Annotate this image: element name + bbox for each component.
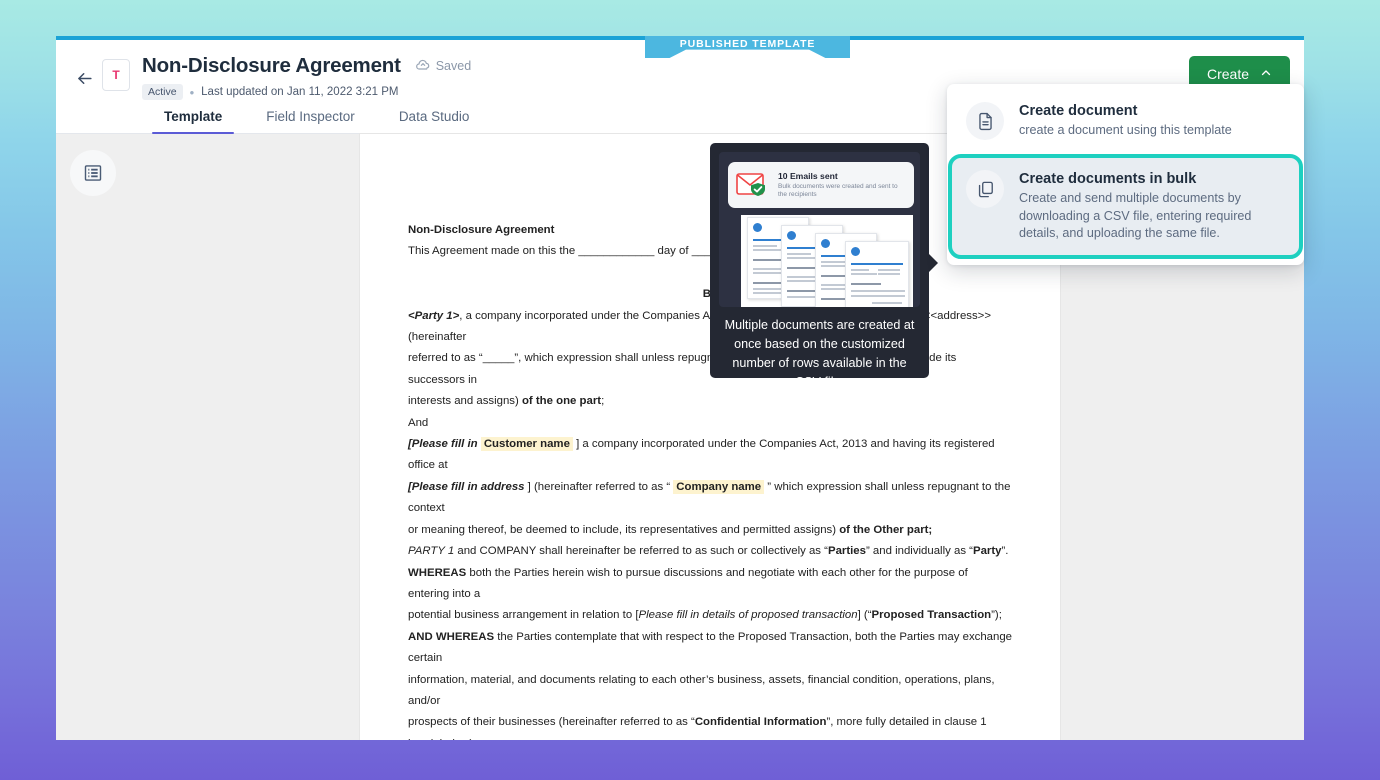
email-card-texts: 10 Emails sent Bulk documents were creat… <box>778 171 906 200</box>
chevron-up-icon <box>1260 66 1272 82</box>
p6-text: both the Parties herein wish to pursue d… <box>408 566 968 600</box>
menu-item-title: Create document <box>1019 103 1138 119</box>
document-paragraph: AND WHEREAS the Parties contemplate that… <box>408 627 1012 670</box>
p3-mid: ] (hereinafter referred to as “ <box>524 480 674 493</box>
p5-text: and COMPANY shall hereinafter be referre… <box>454 545 828 558</box>
document-paragraph: WHEREAS both the Parties herein wish to … <box>408 563 1012 606</box>
p10-bold: Confidential Information <box>694 716 827 729</box>
saved-label: Saved <box>435 59 472 73</box>
p1-text-3: interests and assigns) <box>408 395 522 408</box>
tab-bar: Template Field Inspector Data Studio <box>142 109 492 134</box>
cloud-upload-icon <box>415 57 431 76</box>
document-icon <box>966 102 1004 140</box>
menu-item-description: create a document using this template <box>1019 123 1232 137</box>
p8-text: the Parties contemplate that with respec… <box>408 630 1013 665</box>
p10-text: prospects of their businesses (hereinaft… <box>408 716 695 729</box>
meta-separator: • <box>189 84 195 100</box>
saved-indicator: Saved <box>415 57 471 76</box>
create-dropdown-menu: Create document create a document using … <box>947 84 1304 265</box>
email-card-title: 10 Emails sent <box>778 170 838 181</box>
document-paragraph: [Please fill in Customer name ] a compan… <box>408 434 1012 477</box>
status-badge: Active <box>142 84 183 100</box>
document-paragraph: And <box>408 416 429 429</box>
p7-text: potential business arrangement in relati… <box>408 609 639 622</box>
page-title: Non-Disclosure Agreement <box>142 54 401 77</box>
menu-item-texts: Create document create a document using … <box>1019 102 1232 140</box>
tab-field-inspector[interactable]: Field Inspector <box>244 109 377 133</box>
p8-bold: AND WHEREAS <box>408 630 495 643</box>
meta-row: Active • Last updated on Jan 11, 2022 3:… <box>142 84 399 100</box>
envelope-shield-check-icon <box>736 172 770 198</box>
email-sent-card: 10 Emails sent Bulk documents were creat… <box>728 162 914 208</box>
tooltip-arrow <box>928 253 938 273</box>
document-paragraph: interests and assigns) of the one part; <box>408 391 1012 412</box>
field-customer-name[interactable]: Customer name <box>480 437 573 452</box>
list-view-icon[interactable] <box>70 150 116 196</box>
p5-text-2: ” and individually as “ <box>865 545 973 558</box>
field-company-name[interactable]: Company name <box>673 479 765 494</box>
ribbon-label: PUBLISHED TEMPLATE <box>679 38 816 50</box>
menu-item-create-document[interactable]: Create document create a document using … <box>952 90 1299 152</box>
document-thumbnails <box>741 215 913 307</box>
template-type-letter: T <box>112 68 120 82</box>
p7-bold: Proposed Transaction <box>871 609 992 622</box>
email-card-subtitle: Bulk documents were created and sent to … <box>778 183 898 199</box>
p5-bold-1: Parties <box>827 545 866 558</box>
document-paragraph: PARTY 1 and COMPANY shall hereinafter be… <box>408 541 1012 562</box>
p3-prefix: [Please fill in address <box>408 480 525 493</box>
tooltip-caption: Multiple documents are created at once b… <box>724 318 915 389</box>
p4-text: or meaning thereof, be deemed to include… <box>408 523 840 536</box>
copy-documents-icon <box>966 170 1004 208</box>
create-button-label: Create <box>1206 66 1249 82</box>
menu-item-create-documents-in-bulk[interactable]: Create documents in bulk Create and send… <box>948 154 1303 259</box>
template-type-icon: T <box>102 59 130 91</box>
document-paragraph: potential business arrangement in relati… <box>408 605 1012 626</box>
document-thumbnail <box>845 241 909 307</box>
tab-data-studio[interactable]: Data Studio <box>377 109 492 133</box>
p1-text-4: ; <box>601 395 605 408</box>
p6-bold: WHEREAS <box>408 566 467 579</box>
title-row: Non-Disclosure Agreement Saved <box>142 54 471 78</box>
back-arrow-icon[interactable] <box>70 64 98 92</box>
menu-item-title: Create documents in bulk <box>1019 171 1197 187</box>
menu-item-description: Create and send multiple documents by do… <box>1019 191 1252 240</box>
document-paragraph: information, material, and documents rel… <box>408 673 995 707</box>
last-updated-label: Last updated on Jan 11, 2022 3:21 PM <box>201 86 399 98</box>
p5-text-3: ”. <box>1001 545 1009 558</box>
document-paragraph: [Please fill in address ] (hereinafter r… <box>408 477 1012 520</box>
bulk-create-tooltip: 10 Emails sent Bulk documents were creat… <box>710 143 938 389</box>
p5-italic: PARTY 1 <box>408 545 455 558</box>
p4-bold: of the Other part; <box>839 523 933 536</box>
p7-text-3: ”); <box>991 609 1002 622</box>
document-paragraph: prospects of their businesses (hereinaft… <box>408 712 1012 740</box>
p7-italic: Please fill in details of proposed trans… <box>638 609 858 622</box>
tooltip-media: 10 Emails sent Bulk documents were creat… <box>719 152 920 307</box>
p1-bold: of the one part <box>521 395 602 408</box>
tab-template[interactable]: Template <box>142 109 244 134</box>
document-paragraph: or meaning thereof, be deemed to include… <box>408 520 1012 541</box>
p2-prefix: [Please fill in <box>408 438 481 451</box>
menu-item-texts: Create documents in bulk Create and send… <box>1019 170 1283 243</box>
party1-placeholder: <Party 1> <box>408 309 460 322</box>
p5-bold-2: Party <box>972 545 1002 558</box>
p7-text-2: ] (“ <box>857 609 872 622</box>
